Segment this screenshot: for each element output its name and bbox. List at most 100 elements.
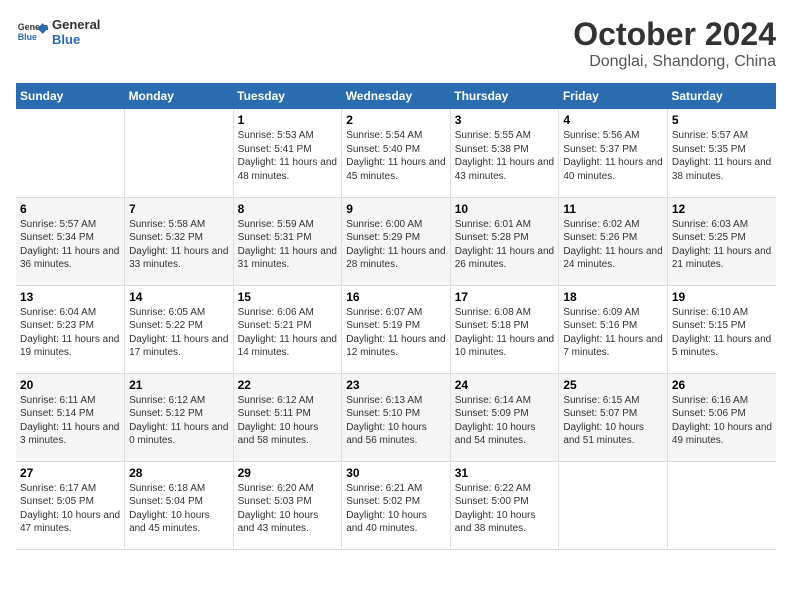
calendar-cell [125, 109, 234, 197]
day-info: Sunrise: 6:04 AM Sunset: 5:23 PM Dayligh… [20, 306, 120, 360]
day-info: Sunrise: 6:15 AM Sunset: 5:07 PM Dayligh… [563, 394, 663, 448]
calendar-cell [667, 461, 776, 549]
svg-text:Blue: Blue [18, 32, 37, 42]
day-info: Sunrise: 5:55 AM Sunset: 5:38 PM Dayligh… [455, 129, 555, 183]
day-number: 5 [672, 113, 772, 127]
col-saturday: Saturday [667, 83, 776, 109]
calendar-cell: 25 Sunrise: 6:15 AM Sunset: 5:07 PM Dayli… [559, 373, 668, 461]
calendar-cell: 31 Sunrise: 6:22 AM Sunset: 5:00 PM Dayli… [450, 461, 559, 549]
calendar-cell: 7Sunrise: 5:58 AM Sunset: 5:32 PM Daylig… [125, 197, 234, 285]
day-number: 10 [455, 202, 555, 216]
col-friday: Friday [559, 83, 668, 109]
day-info: Sunrise: 6:16 AM Sunset: 5:06 PM Dayligh… [672, 394, 772, 448]
calendar-week-row: 27 Sunrise: 6:17 AM Sunset: 5:05 PM Dayli… [16, 461, 776, 549]
logo: General Blue General Blue [16, 16, 100, 48]
logo-general: General [52, 17, 100, 32]
day-info: Sunrise: 5:59 AM Sunset: 5:31 PM Dayligh… [238, 218, 338, 272]
calendar-week-row: 6Sunrise: 5:57 AM Sunset: 5:34 PM Daylig… [16, 197, 776, 285]
day-info: Sunrise: 6:03 AM Sunset: 5:25 PM Dayligh… [672, 218, 772, 272]
calendar-cell: 1 Sunrise: 5:53 AM Sunset: 5:41 PM Daylig… [233, 109, 342, 197]
day-info: Sunrise: 6:14 AM Sunset: 5:09 PM Dayligh… [455, 394, 555, 448]
day-number: 28 [129, 466, 229, 480]
calendar-cell: 26 Sunrise: 6:16 AM Sunset: 5:06 PM Dayli… [667, 373, 776, 461]
day-info: Sunrise: 6:01 AM Sunset: 5:28 PM Dayligh… [455, 218, 555, 272]
day-number: 13 [20, 290, 120, 304]
day-number: 11 [563, 202, 663, 216]
calendar-title-area: October 2024 Donglai, Shandong, China [573, 16, 776, 71]
day-info: Sunrise: 6:17 AM Sunset: 5:05 PM Dayligh… [20, 482, 120, 536]
calendar-cell: 4Sunrise: 5:56 AM Sunset: 5:37 PM Daylig… [559, 109, 668, 197]
logo-icon: General Blue [16, 16, 48, 48]
calendar-cell: 27 Sunrise: 6:17 AM Sunset: 5:05 PM Dayli… [16, 461, 125, 549]
day-number: 1 [238, 113, 338, 127]
calendar-week-row: 1 Sunrise: 5:53 AM Sunset: 5:41 PM Daylig… [16, 109, 776, 197]
day-number: 31 [455, 466, 555, 480]
day-info: Sunrise: 6:18 AM Sunset: 5:04 PM Dayligh… [129, 482, 229, 536]
day-number: 22 [238, 378, 338, 392]
calendar-cell: 21 Sunrise: 6:12 AM Sunset: 5:12 PM Dayli… [125, 373, 234, 461]
day-info: Sunrise: 6:21 AM Sunset: 5:02 PM Dayligh… [346, 482, 446, 536]
day-number: 26 [672, 378, 772, 392]
day-number: 23 [346, 378, 446, 392]
day-info: Sunrise: 5:54 AM Sunset: 5:40 PM Dayligh… [346, 129, 446, 183]
day-number: 24 [455, 378, 555, 392]
day-number: 18 [563, 290, 663, 304]
calendar-cell: 23 Sunrise: 6:13 AM Sunset: 5:10 PM Dayli… [342, 373, 451, 461]
col-monday: Monday [125, 83, 234, 109]
day-number: 19 [672, 290, 772, 304]
calendar-cell: 11Sunrise: 6:02 AM Sunset: 5:26 PM Dayli… [559, 197, 668, 285]
calendar-subtitle: Donglai, Shandong, China [573, 53, 776, 71]
calendar-main-title: October 2024 [573, 16, 776, 53]
calendar-cell: 6Sunrise: 5:57 AM Sunset: 5:34 PM Daylig… [16, 197, 125, 285]
day-number: 27 [20, 466, 120, 480]
day-number: 30 [346, 466, 446, 480]
calendar-cell: 24 Sunrise: 6:14 AM Sunset: 5:09 PM Dayli… [450, 373, 559, 461]
day-number: 15 [238, 290, 338, 304]
day-info: Sunrise: 6:09 AM Sunset: 5:16 PM Dayligh… [563, 306, 663, 360]
day-info: Sunrise: 6:06 AM Sunset: 5:21 PM Dayligh… [238, 306, 338, 360]
calendar-cell [16, 109, 125, 197]
day-number: 17 [455, 290, 555, 304]
col-wednesday: Wednesday [342, 83, 451, 109]
calendar-cell: 30 Sunrise: 6:21 AM Sunset: 5:02 PM Dayli… [342, 461, 451, 549]
day-info: Sunrise: 6:22 AM Sunset: 5:00 PM Dayligh… [455, 482, 555, 536]
calendar-cell: 10 Sunrise: 6:01 AM Sunset: 5:28 PM Dayli… [450, 197, 559, 285]
calendar-cell: 14Sunrise: 6:05 AM Sunset: 5:22 PM Dayli… [125, 285, 234, 373]
day-info: Sunrise: 5:57 AM Sunset: 5:35 PM Dayligh… [672, 129, 772, 183]
day-number: 2 [346, 113, 446, 127]
calendar-cell: 29 Sunrise: 6:20 AM Sunset: 5:03 PM Dayli… [233, 461, 342, 549]
day-number: 9 [346, 202, 446, 216]
day-number: 29 [238, 466, 338, 480]
calendar-cell: 2 Sunrise: 5:54 AM Sunset: 5:40 PM Daylig… [342, 109, 451, 197]
calendar-table: Sunday Monday Tuesday Wednesday Thursday… [16, 83, 776, 550]
day-number: 25 [563, 378, 663, 392]
day-info: Sunrise: 5:58 AM Sunset: 5:32 PM Dayligh… [129, 218, 229, 272]
calendar-cell: 5 Sunrise: 5:57 AM Sunset: 5:35 PM Daylig… [667, 109, 776, 197]
day-number: 6 [20, 202, 120, 216]
calendar-cell: 15 Sunrise: 6:06 AM Sunset: 5:21 PM Dayli… [233, 285, 342, 373]
calendar-cell [559, 461, 668, 549]
calendar-header-row: Sunday Monday Tuesday Wednesday Thursday… [16, 83, 776, 109]
calendar-cell: 22 Sunrise: 6:12 AM Sunset: 5:11 PM Dayli… [233, 373, 342, 461]
calendar-cell: 28 Sunrise: 6:18 AM Sunset: 5:04 PM Dayli… [125, 461, 234, 549]
day-number: 20 [20, 378, 120, 392]
day-number: 14 [129, 290, 229, 304]
day-info: Sunrise: 6:13 AM Sunset: 5:10 PM Dayligh… [346, 394, 446, 448]
logo-blue: Blue [52, 32, 100, 47]
calendar-cell: 12Sunrise: 6:03 AM Sunset: 5:25 PM Dayli… [667, 197, 776, 285]
day-info: Sunrise: 6:20 AM Sunset: 5:03 PM Dayligh… [238, 482, 338, 536]
page-header: General Blue General Blue October 2024 D… [16, 16, 776, 71]
col-thursday: Thursday [450, 83, 559, 109]
day-info: Sunrise: 6:12 AM Sunset: 5:11 PM Dayligh… [238, 394, 338, 448]
calendar-cell: 17Sunrise: 6:08 AM Sunset: 5:18 PM Dayli… [450, 285, 559, 373]
day-info: Sunrise: 5:53 AM Sunset: 5:41 PM Dayligh… [238, 129, 338, 183]
day-number: 3 [455, 113, 555, 127]
day-info: Sunrise: 6:12 AM Sunset: 5:12 PM Dayligh… [129, 394, 229, 448]
day-number: 8 [238, 202, 338, 216]
day-number: 16 [346, 290, 446, 304]
calendar-week-row: 13 Sunrise: 6:04 AM Sunset: 5:23 PM Dayli… [16, 285, 776, 373]
day-number: 21 [129, 378, 229, 392]
calendar-week-row: 20Sunrise: 6:11 AM Sunset: 5:14 PM Dayli… [16, 373, 776, 461]
day-info: Sunrise: 5:56 AM Sunset: 5:37 PM Dayligh… [563, 129, 663, 183]
calendar-cell: 19Sunrise: 6:10 AM Sunset: 5:15 PM Dayli… [667, 285, 776, 373]
